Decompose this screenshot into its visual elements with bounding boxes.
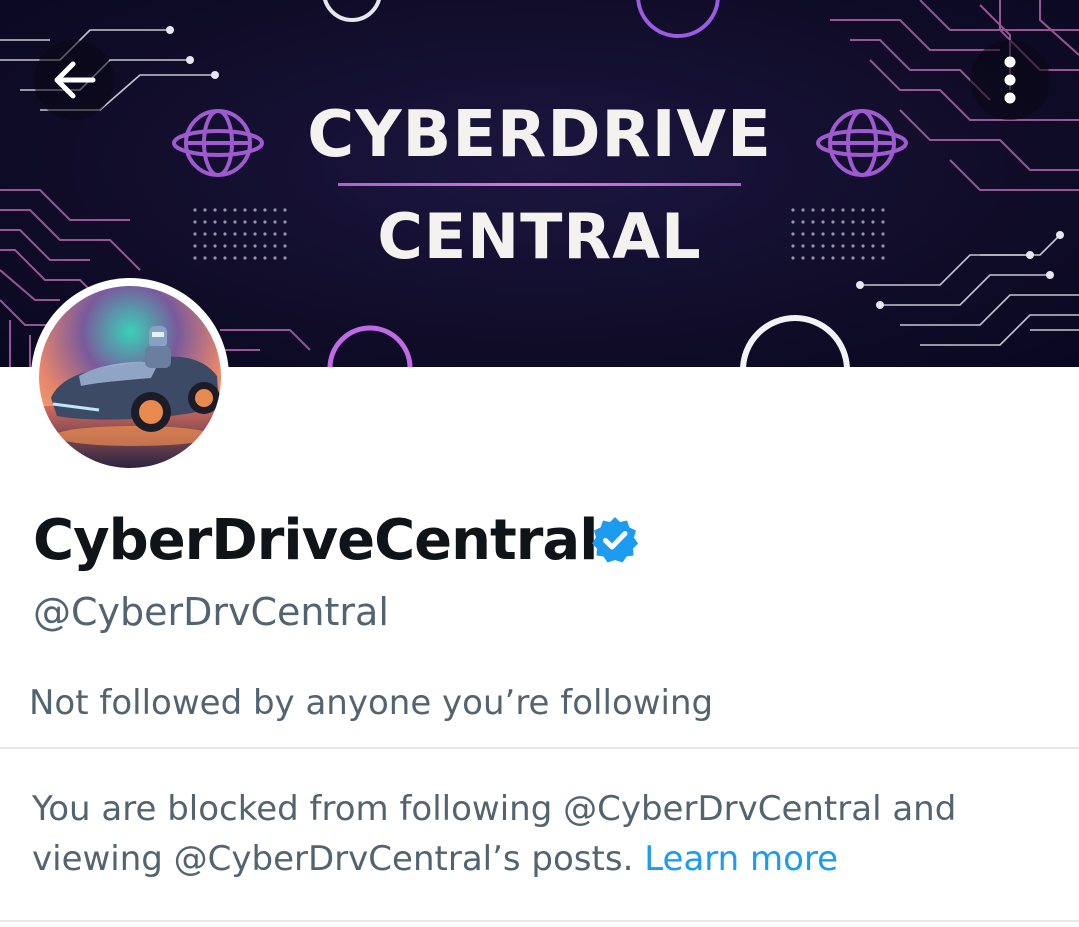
verified-badge-icon[interactable] xyxy=(590,515,640,565)
section-divider-bottom xyxy=(0,920,1079,922)
more-vertical-icon xyxy=(1004,56,1016,104)
profile-page: CYBERDRIVE CENTRAL CyberDriveCentral @Cy… xyxy=(0,0,1079,927)
profile-display-name: CyberDriveCentral xyxy=(33,508,598,573)
learn-more-link[interactable]: Learn more xyxy=(644,839,838,879)
followers-you-know-note: Not followed by anyone you’re following xyxy=(29,683,714,723)
more-options-button[interactable] xyxy=(970,40,1050,120)
avatar-car-illustration xyxy=(39,286,221,468)
banner-title-line1: CYBERDRIVE xyxy=(307,98,772,172)
section-divider xyxy=(0,747,1079,749)
arrow-left-icon xyxy=(54,61,96,99)
avatar-image xyxy=(39,286,221,468)
avatar[interactable] xyxy=(31,278,229,476)
banner-title-line2: CENTRAL xyxy=(377,200,702,273)
profile-handle: @CyberDrvCentral xyxy=(33,590,389,634)
back-button[interactable] xyxy=(34,40,114,120)
blocked-notice: You are blocked from following @CyberDrv… xyxy=(32,784,1042,884)
banner-divider xyxy=(338,183,741,186)
